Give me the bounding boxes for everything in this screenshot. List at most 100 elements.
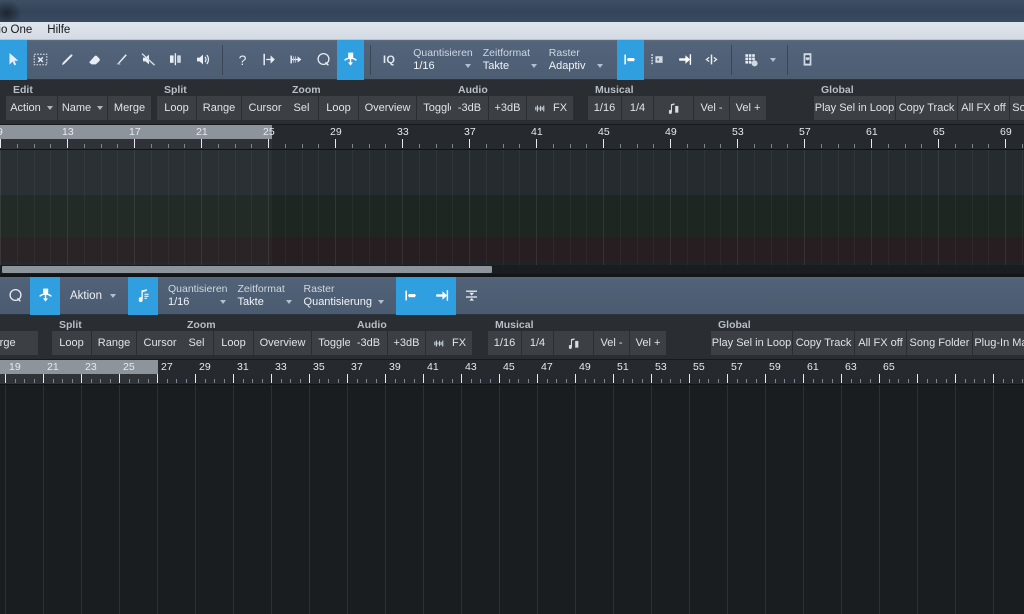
macro-button-loop[interactable]: Loop (214, 331, 254, 355)
snap-to-end-icon[interactable] (671, 40, 698, 80)
paint-tool-icon[interactable] (108, 40, 135, 80)
macro-button-vel-[interactable]: Vel + (630, 331, 666, 355)
macro-button-1-16[interactable]: 1/16 (588, 96, 622, 120)
editor-timeformat-select-value[interactable]: Takte (236, 295, 294, 309)
chevron-down-icon[interactable] (765, 40, 781, 80)
macro-button-merge[interactable]: Merge (108, 96, 151, 120)
macro-button-loop[interactable]: Loop (157, 96, 197, 120)
grid-options-icon[interactable] (738, 40, 765, 80)
macro-button-range[interactable]: Range (197, 96, 242, 120)
pencil-tool-icon[interactable] (54, 40, 81, 80)
timeline-ruler-bottom[interactable]: 19 21 23 25 27 29 31 33 35 37 39 41 43 45 47 49 51 53 55 57… (0, 360, 1024, 385)
chevron-down-icon[interactable] (97, 106, 104, 110)
macro-button-play-sel-in-loop[interactable]: Play Sel in Loop (814, 96, 896, 120)
help-icon[interactable]: ? (229, 40, 256, 80)
horizontal-scrollbar-thumb[interactable] (2, 266, 492, 273)
macro-button-song-f[interactable]: Song F (1010, 96, 1024, 120)
editor-snap-to-end-icon[interactable] (426, 276, 457, 315)
snap-to-events-icon[interactable] (644, 40, 671, 80)
macro-button-play-sel-in-loop[interactable]: Play Sel in Loop (711, 331, 793, 355)
macro-button-vel-[interactable]: Vel - (594, 331, 630, 355)
macro-button-vel-[interactable]: Vel - (694, 96, 730, 120)
macro-button-loop[interactable]: Loop (52, 331, 92, 355)
macro-button-1-16[interactable]: 1/16 (488, 331, 522, 355)
macro-button-plug-in-manager[interactable]: Plug-In Manager (973, 331, 1024, 355)
quantize-select[interactable]: Quantisieren 1/16 (407, 40, 477, 80)
macro-button--3db[interactable]: +3dB (489, 96, 527, 120)
listen-tool-icon[interactable] (189, 40, 216, 80)
arrow-tool-icon[interactable] (0, 39, 27, 80)
arrangement-area[interactable] (0, 150, 1024, 274)
raster-select-value[interactable]: Adaptiv (547, 59, 605, 73)
macro-button-cursor[interactable]: Cursor (242, 96, 288, 120)
quantize-q-icon[interactable] (310, 40, 337, 80)
macro-button--3db[interactable]: -3dB (451, 96, 489, 120)
ruler-bar-number: 27 (161, 361, 173, 373)
macro-button-all-fx-off[interactable]: All FX off (855, 331, 907, 355)
macro-button-name[interactable]: Name (58, 96, 108, 120)
range-tool-icon[interactable] (27, 40, 54, 80)
chevron-down-icon[interactable] (530, 63, 537, 68)
macro-button-1-4[interactable]: 1/4 (622, 96, 654, 120)
macro-button-range[interactable]: Range (92, 331, 137, 355)
editor-quantize-select[interactable]: Quantisieren 1/16 (162, 276, 232, 316)
mute-tool-icon[interactable] (135, 40, 162, 80)
macro-button-copy-track[interactable]: Copy Track (793, 331, 855, 355)
snap-relative-icon[interactable] (698, 40, 725, 80)
grid-line (347, 385, 348, 614)
macro-button-overview[interactable]: Overview (254, 331, 312, 355)
note-quantize-icon[interactable] (127, 276, 158, 315)
macro-button-loop[interactable]: Loop (319, 96, 359, 120)
chevron-down-icon[interactable] (596, 63, 603, 68)
macro-button-overview[interactable]: Overview (359, 96, 417, 120)
macro-button-merge[interactable]: Merge (0, 331, 38, 355)
audio-bend-icon[interactable] (30, 276, 60, 315)
aktion-menu-button[interactable]: Aktion (60, 277, 128, 315)
macro-button-action[interactable]: Action (6, 96, 58, 120)
macro-button-song-folder[interactable]: Song Folder (907, 331, 973, 355)
editor-timeformat-select[interactable]: Zeitformat Takte (232, 276, 298, 316)
macro-button-vel-[interactable]: Vel + (730, 96, 766, 120)
macro-button-all-fx-off[interactable]: All FX off (958, 96, 1010, 120)
quantize-select-value[interactable]: 1/16 (411, 59, 473, 73)
macro-button-legato-note-icon[interactable] (654, 96, 694, 120)
editor-raster-select[interactable]: Raster Quantisierung (298, 276, 391, 316)
ruler-tick-minor (570, 144, 571, 148)
editor-raster-select-value[interactable]: Quantisierung (302, 295, 387, 309)
chevron-down-icon[interactable] (285, 299, 292, 304)
ruler-tick-major (268, 139, 269, 148)
macro-button-legato-note-icon[interactable] (554, 331, 594, 355)
chevron-down-icon[interactable] (378, 299, 385, 304)
macro-button-copy-track[interactable]: Copy Track (896, 96, 958, 120)
raster-select[interactable]: Raster Adaptiv (543, 40, 609, 80)
macro-button-cursor[interactable]: Cursor (137, 331, 183, 355)
chevron-down-icon[interactable] (464, 63, 471, 68)
editor-snap-collapse-icon[interactable] (456, 277, 486, 315)
editor-canvas[interactable] (0, 385, 1024, 614)
timeline-ruler-top[interactable]: 9 13 17 21 25 29 33 37 41 45 49 53 57 61 65 69 (0, 125, 1024, 150)
timeformat-select[interactable]: Zeitformat Takte (477, 40, 543, 80)
macro-button-1-4[interactable]: 1/4 (522, 331, 554, 355)
menu-item-hilfe[interactable]: Hilfe (47, 23, 79, 38)
macro-button--3db[interactable]: +3dB (388, 331, 426, 355)
audio-bend-icon[interactable] (337, 39, 364, 80)
macro-button-sel[interactable]: Sel (285, 96, 319, 120)
split-tool-icon[interactable] (162, 40, 189, 80)
horizontal-scrollbar-track[interactable] (0, 265, 1024, 274)
macro-button-fx[interactable]: FX (426, 331, 472, 355)
quantize-q-icon[interactable] (0, 277, 30, 315)
chevron-down-icon[interactable] (46, 106, 53, 110)
snap-range-icon[interactable] (283, 40, 310, 80)
snap-to-grid-icon[interactable] (616, 39, 644, 80)
chevron-down-icon[interactable] (219, 299, 226, 304)
timeformat-select-value[interactable]: Takte (481, 59, 539, 73)
menu-item-dio-one[interactable]: dio One (0, 23, 41, 38)
editor-quantize-select-value[interactable]: 1/16 (166, 295, 228, 309)
macro-button--3db[interactable]: -3dB (350, 331, 388, 355)
eraser-tool-icon[interactable] (81, 40, 108, 80)
metronome-icon[interactable] (794, 40, 821, 80)
macro-button-fx[interactable]: FX (527, 96, 573, 120)
editor-snap-to-grid-icon[interactable] (396, 276, 427, 315)
macro-button-sel[interactable]: Sel (180, 331, 214, 355)
snap-start-icon[interactable] (256, 40, 283, 80)
